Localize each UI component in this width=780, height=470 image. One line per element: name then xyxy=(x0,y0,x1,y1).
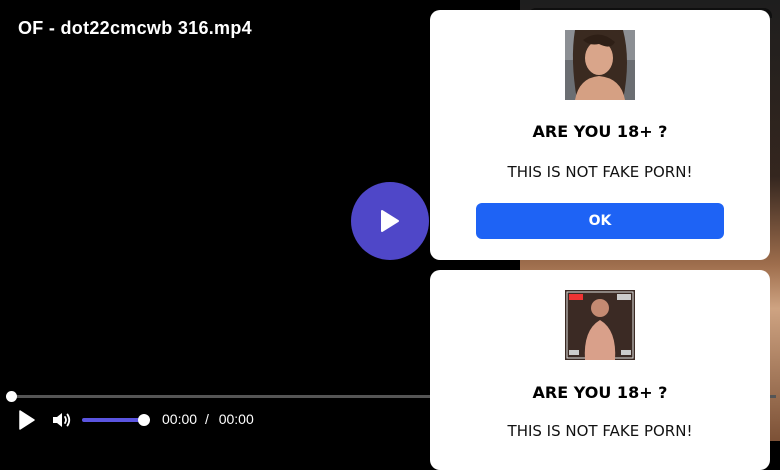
age-verification-modal: ARE YOU 18+ ? THIS IS NOT FAKE PORN! OK xyxy=(430,10,770,260)
play-icon xyxy=(381,210,399,232)
progress-handle[interactable] xyxy=(6,391,17,402)
duration: 00:00 xyxy=(218,411,254,427)
volume-slider[interactable] xyxy=(82,418,144,422)
model-avatar xyxy=(565,290,635,360)
modal-message: THIS IS NOT FAKE PORN! xyxy=(507,422,693,440)
time-display: 00:00 / 00:00 xyxy=(162,411,254,427)
time-separator: / xyxy=(204,411,209,427)
age-verification-modal-secondary: ARE YOU 18+ ? THIS IS NOT FAKE PORN! xyxy=(430,270,770,470)
volume-handle[interactable] xyxy=(138,414,150,426)
big-play-button[interactable] xyxy=(351,182,429,260)
ok-button[interactable]: OK xyxy=(476,203,724,239)
modal-heading: ARE YOU 18+ ? xyxy=(532,383,668,402)
avatar-image xyxy=(565,30,635,100)
modal-heading: ARE YOU 18+ ? xyxy=(532,122,668,141)
model-avatar xyxy=(565,30,635,100)
play-button[interactable] xyxy=(18,410,36,430)
play-icon xyxy=(19,410,35,430)
modal-message: THIS IS NOT FAKE PORN! xyxy=(507,163,693,181)
current-time: 00:00 xyxy=(162,411,198,427)
video-title: OF - dot22cmcwb 316.mp4 xyxy=(18,18,252,38)
volume-button[interactable] xyxy=(52,411,72,429)
volume-icon xyxy=(53,413,71,427)
avatar-image xyxy=(565,290,635,360)
